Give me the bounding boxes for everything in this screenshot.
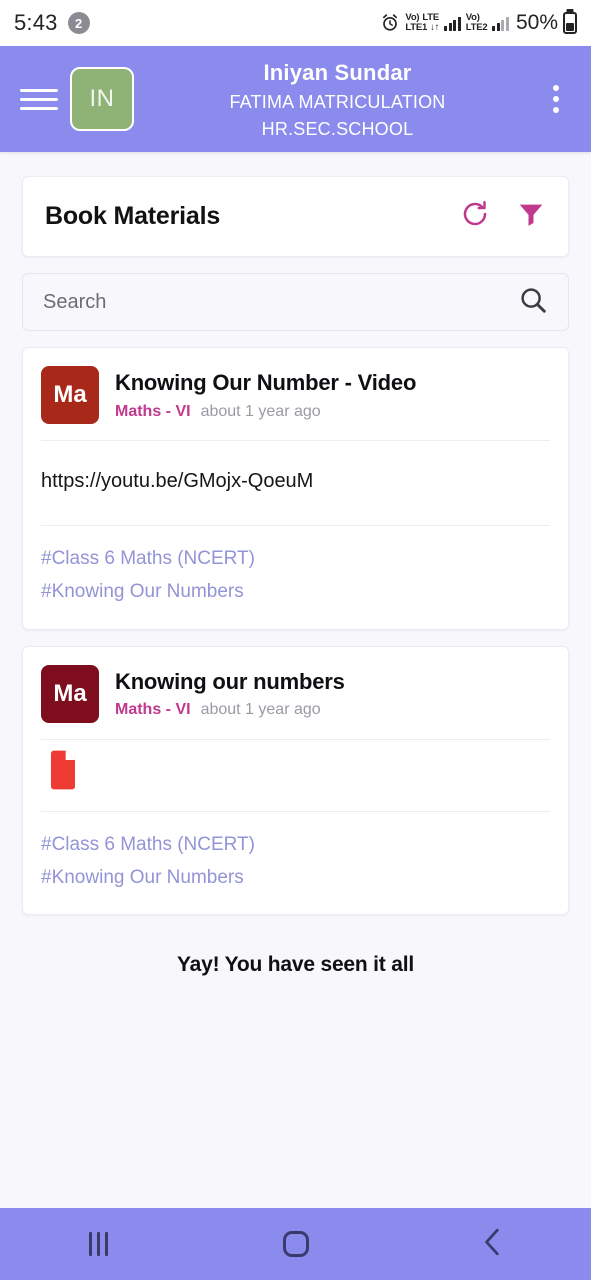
status-bar-right: Vo) LTE LTE1 ↓↑ Vo) LTE2 50% [380, 11, 577, 35]
material-subtitle: Maths - VI about 1 year ago [115, 701, 345, 719]
recents-button[interactable] [39, 1208, 159, 1280]
material-tags: #Class 6 Maths (NCERT) #Knowing Our Numb… [23, 526, 568, 629]
back-button[interactable] [433, 1208, 553, 1280]
panel-header-card: Book Materials [22, 176, 569, 257]
main-content: Book Materials Search Ma Knowing Our Num… [0, 152, 591, 1208]
material-header: Ma Knowing our numbers Maths - VI about … [23, 647, 568, 739]
sim1-label: LTE1 [405, 22, 428, 33]
android-nav-bar [0, 1208, 591, 1280]
material-tag[interactable]: #Class 6 Maths (NCERT) [41, 828, 550, 861]
material-tag[interactable]: #Knowing Our Numbers [41, 861, 550, 894]
filter-funnel-icon[interactable] [516, 199, 546, 234]
sim1-indicator: Vo) LTE LTE1 ↓↑ [405, 13, 439, 32]
refresh-icon[interactable] [460, 199, 490, 234]
data-transfer-icon: ↓↑ [430, 22, 440, 33]
hamburger-menu-icon[interactable] [20, 84, 58, 114]
notification-count-badge: 2 [67, 12, 90, 34]
back-icon[interactable] [480, 1227, 506, 1262]
material-link[interactable]: https://youtu.be/GMojx-QoeuM [41, 470, 313, 492]
subject-badge: Ma [41, 664, 99, 723]
material-card[interactable]: Ma Knowing our numbers Maths - VI about … [22, 645, 569, 915]
material-timestamp: about 1 year ago [200, 402, 321, 420]
material-attachment[interactable] [23, 740, 568, 811]
material-meta: Knowing our numbers Maths - VI about 1 y… [115, 668, 345, 720]
pdf-file-icon[interactable] [47, 750, 79, 794]
sim2-label: LTE2 [465, 22, 488, 33]
alarm-clock-icon [380, 13, 400, 33]
app-header: IN Iniyan Sundar FATIMA MATRICULATION HR… [0, 46, 591, 152]
search-input[interactable] [43, 290, 518, 314]
battery-percent-label: 50% [515, 11, 558, 34]
material-header: Ma Knowing Our Number - Video Maths - VI… [23, 348, 568, 440]
search-bar[interactable] [22, 273, 569, 331]
status-bar-left: 5:43 2 [14, 10, 90, 36]
material-tag[interactable]: #Class 6 Maths (NCERT) [41, 542, 550, 575]
material-title: Knowing Our Number - Video [115, 370, 417, 396]
sim2-signal-icon [492, 16, 509, 31]
home-icon[interactable] [282, 1231, 309, 1257]
avatar[interactable]: IN [70, 67, 134, 131]
material-tags: #Class 6 Maths (NCERT) #Knowing Our Numb… [23, 812, 568, 915]
material-card[interactable]: Ma Knowing Our Number - Video Maths - VI… [22, 347, 569, 630]
material-subtitle: Maths - VI about 1 year ago [115, 403, 416, 421]
panel-actions [460, 199, 546, 234]
material-meta: Knowing Our Number - Video Maths - VI ab… [115, 369, 416, 421]
clock-time: 5:43 [14, 10, 58, 35]
search-icon[interactable] [518, 285, 548, 320]
school-name-line2: HR.SEC.SCHOOL [261, 118, 414, 139]
kebab-menu-icon[interactable] [541, 82, 571, 116]
material-subject: Maths - VI [115, 402, 191, 420]
home-button[interactable] [236, 1208, 356, 1280]
phone-screen: 5:43 2 Vo) LTE LTE1 ↓↑ Vo) LTE2 50% IN I… [0, 0, 591, 1280]
material-body: https://youtu.be/GMojx-QoeuM [23, 441, 568, 525]
recents-icon[interactable] [89, 1232, 108, 1256]
school-name-line1: FATIMA MATRICULATION [229, 92, 446, 113]
user-name: Iniyan Sundar [263, 60, 412, 86]
page-title: Book Materials [45, 202, 221, 230]
sim2-indicator: Vo) LTE2 [466, 13, 488, 32]
material-tag[interactable]: #Knowing Our Numbers [41, 575, 550, 608]
material-subject: Maths - VI [115, 701, 191, 719]
sim1-signal-icon [444, 16, 461, 31]
subject-badge: Ma [41, 366, 99, 424]
end-of-list-message: Yay! You have seen it all [176, 953, 414, 976]
status-bar: 5:43 2 Vo) LTE LTE1 ↓↑ Vo) LTE2 50% [0, 0, 591, 46]
material-timestamp: about 1 year ago [200, 701, 321, 719]
header-titles: Iniyan Sundar FATIMA MATRICULATION HR.SE… [146, 56, 529, 141]
material-title: Knowing our numbers [115, 668, 345, 694]
battery-icon [563, 12, 577, 34]
